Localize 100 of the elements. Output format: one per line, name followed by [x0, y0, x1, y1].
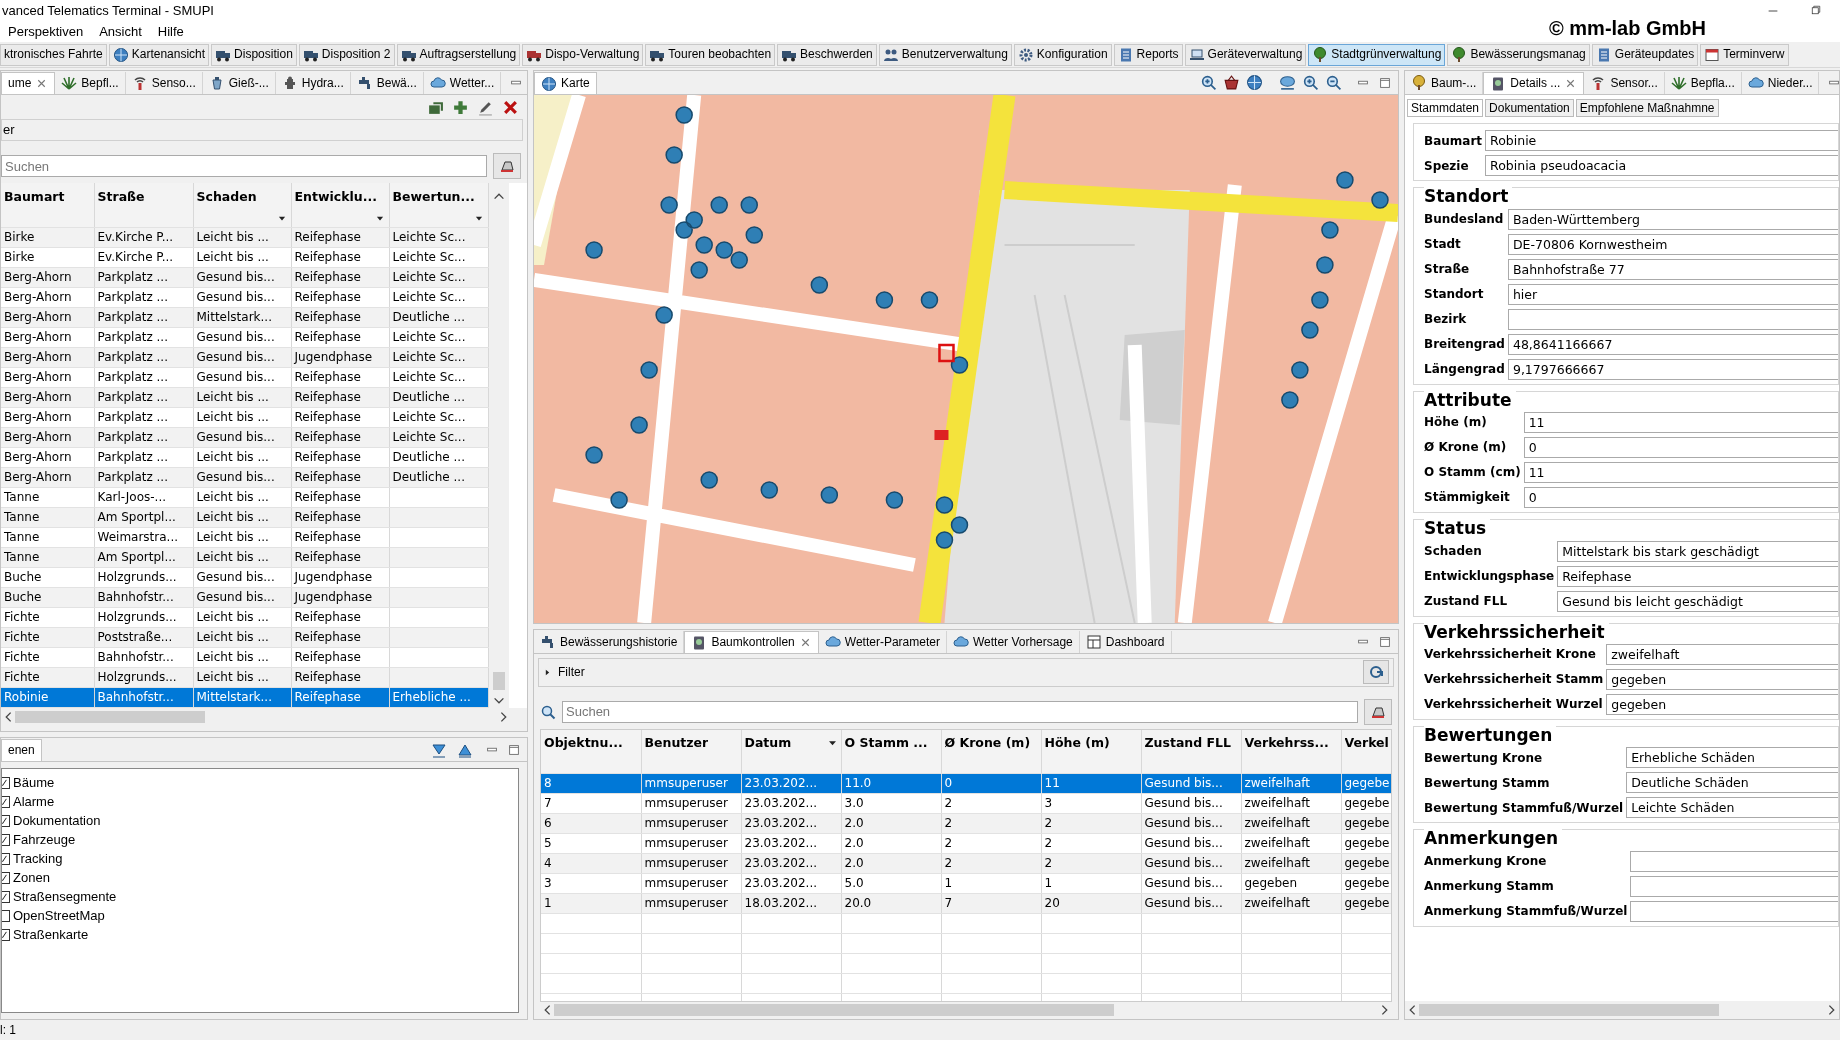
- column-header[interactable]: Verkel: [1341, 729, 1391, 756]
- input-field[interactable]: 48,8641166667: [1507, 333, 1838, 355]
- checkbox[interactable]: [2, 909, 10, 922]
- table-row[interactable]: Berg-Ahorn Parkplatz ... Leicht bis ... Reifephase Leichte Sc...: [1, 407, 488, 427]
- table-row[interactable]: Tanne Am Sportpl... Leicht bis ... Reifephase: [1, 507, 488, 527]
- checkbox[interactable]: [2, 852, 10, 865]
- perspective-button[interactable]: Terminverw: [1700, 43, 1789, 66]
- menu-item[interactable]: Hilfe: [157, 24, 184, 40]
- perspective-button[interactable]: Geräteupdates: [1591, 43, 1699, 66]
- table-row[interactable]: Buche Bahnhofstr... Gesund bis... Jugendphase: [1, 587, 488, 607]
- restore-icon[interactable]: [1810, 4, 1822, 16]
- column-header[interactable]: Ø Krone (m): [941, 729, 1041, 756]
- input-field[interactable]: Robinia pseudoacacia: [1485, 155, 1838, 177]
- perspective-button[interactable]: Disposition: [211, 43, 297, 66]
- table-row[interactable]: Berg-Ahorn Parkplatz ... Gesund bis... Reifephase Leichte Sc...: [1, 287, 488, 307]
- filter-toggle[interactable]: Filter: [543, 665, 585, 680]
- table-row[interactable]: 5 mmsuperuser 23.03.202... 2.0 2 2 Gesund bis... zweifelhaft gegebe: [541, 833, 1391, 854]
- perspective-button[interactable]: Disposition 2: [298, 43, 395, 66]
- table-row[interactable]: Berg-Ahorn Parkplatz ... Gesund bis... Reifephase Deutliche ...: [1, 467, 488, 487]
- horizontal-scrollbar[interactable]: [1405, 1001, 1839, 1019]
- table-row[interactable]: 1 mmsuperuser 18.03.202... 20.0 7 20 Gesund bis... zweifelhaft gegebe: [541, 893, 1391, 914]
- view-tab[interactable]: Karte: [534, 72, 597, 94]
- input-field[interactable]: [1630, 850, 1838, 872]
- table-row[interactable]: Robinie Bahnhofstr... Mittelstark... Reifephase Erhebliche ...: [1, 687, 488, 707]
- table-row[interactable]: Berg-Ahorn Parkplatz ... Gesund bis... Reifephase Leichte Sc...: [1, 267, 488, 287]
- input-field[interactable]: gegeben: [1606, 693, 1838, 715]
- perspective-button[interactable]: Bewässerungsmanag: [1447, 43, 1590, 66]
- input-field[interactable]: Bahnhofstraße 77: [1507, 258, 1838, 280]
- column-header[interactable]: Datum: [741, 729, 841, 756]
- input-field[interactable]: Leichte Schäden: [1626, 797, 1838, 819]
- column-header[interactable]: Baumart: [1, 183, 94, 209]
- view-tab[interactable]: Stammdaten: [1407, 99, 1484, 118]
- table-row[interactable]: Berg-Ahorn Parkplatz ... Gesund bis... Jugendphase Leichte Sc...: [1, 347, 488, 367]
- column-header[interactable]: Entwicklu...: [291, 183, 389, 209]
- input-field[interactable]: Reifephase: [1557, 565, 1838, 587]
- perspective-button[interactable]: Benutzerverwaltung: [878, 43, 1012, 66]
- input-field[interactable]: Deutliche Schäden: [1626, 772, 1838, 794]
- column-header[interactable]: Zustand FLL: [1141, 729, 1241, 756]
- input-field[interactable]: hier: [1507, 283, 1838, 305]
- table-row[interactable]: Tanne Karl-Joos-... Leicht bis ... Reifephase: [1, 487, 488, 507]
- scrollbar-thumb[interactable]: [492, 671, 505, 690]
- table-row[interactable]: Berg-Ahorn Parkplatz ... Gesund bis... Reifephase Leichte Sc...: [1, 367, 488, 387]
- table-row[interactable]: 8 mmsuperuser 23.03.202... 11.0 0 11 Gesund bis... zweifelhaft gegebe: [541, 773, 1391, 794]
- view-tab[interactable]: enen: [1, 739, 42, 761]
- checkbox[interactable]: [2, 795, 10, 808]
- collapse-icon[interactable]: [431, 742, 447, 758]
- column-header[interactable]: Verkehrss...: [1241, 729, 1341, 756]
- perspective-button[interactable]: Dispo-Verwaltung: [522, 43, 644, 66]
- view-tab[interactable]: Baumkontrollen: [684, 631, 819, 653]
- input-field[interactable]: Robinie: [1485, 130, 1838, 152]
- basket-icon[interactable]: [1223, 74, 1240, 91]
- clear-button[interactable]: [1364, 698, 1392, 725]
- table-row[interactable]: 4 mmsuperuser 23.03.202... 2.0 2 2 Gesund bis... zweifelhaft gegebe: [541, 853, 1391, 874]
- search-field[interactable]: Suchen: [1, 155, 487, 177]
- table-row[interactable]: 3 mmsuperuser 23.03.202... 5.0 1 1 Gesund bis... gegeben gegebe: [541, 873, 1391, 894]
- checkbox[interactable]: [2, 890, 10, 903]
- column-header[interactable]: Straße: [94, 183, 193, 209]
- input-field[interactable]: 9,1797666667: [1507, 358, 1838, 380]
- input-field[interactable]: Gesund bis leicht geschädigt: [1557, 590, 1838, 612]
- input-field[interactable]: 0: [1523, 437, 1838, 459]
- perspective-button[interactable]: Stadtgrünverwaltung: [1308, 43, 1446, 66]
- scrollbar-thumb[interactable]: [554, 1004, 1114, 1017]
- delete-icon[interactable]: [502, 98, 519, 116]
- column-header[interactable]: O Stamm ...: [841, 729, 941, 756]
- table-row[interactable]: Tanne Am Sportpl... Leicht bis ... Reifephase: [1, 547, 488, 567]
- perspective-button[interactable]: Kartenansicht: [108, 43, 210, 66]
- view-tab[interactable]: Dokumentation: [1485, 99, 1574, 118]
- perspective-button[interactable]: Auftragserstellung: [396, 43, 521, 66]
- table-row[interactable]: Birke Ev.Kirche P... Leicht bis ... Reifephase Leichte Sc...: [1, 227, 488, 247]
- input-field[interactable]: [1630, 900, 1838, 922]
- zoom-out-icon[interactable]: [1325, 74, 1342, 91]
- input-field[interactable]: Erhebliche Schäden: [1626, 747, 1838, 769]
- table-row[interactable]: Buche Holzgrunds... Gesund bis... Jugendphase: [1, 567, 488, 587]
- menu-item[interactable]: Perspektiven: [8, 24, 84, 40]
- perspective-button[interactable]: ktronisches Fahrte: [0, 43, 107, 66]
- maximize-icon[interactable]: [1378, 634, 1392, 649]
- table-row[interactable]: Fichte Poststraße... Leicht bis ... Reifephase: [1, 627, 488, 647]
- refresh-button[interactable]: [1363, 660, 1389, 685]
- table-row[interactable]: Berg-Ahorn Parkplatz ... Gesund bis... Reifephase Leichte Sc...: [1, 327, 488, 347]
- table-row[interactable]: Birke Ev.Kirche P... Leicht bis ... Reifephase Leichte Sc...: [1, 247, 488, 267]
- table-row[interactable]: 7 mmsuperuser 23.03.202... 3.0 2 3 Gesund bis... zweifelhaft gegebe: [541, 793, 1391, 814]
- input-field[interactable]: DE-70806 Kornwestheim: [1507, 233, 1838, 255]
- column-header[interactable]: Schaden: [193, 183, 291, 209]
- layer-search-icon[interactable]: [1200, 74, 1217, 91]
- perspective-button[interactable]: Beschwerden: [777, 43, 877, 66]
- globe-icon[interactable]: [1246, 74, 1263, 91]
- maximize-icon[interactable]: [1378, 75, 1392, 90]
- view-tab[interactable]: Empfohlene Maßnahmne: [1575, 99, 1719, 118]
- input-field[interactable]: zweifelhaft: [1606, 643, 1838, 665]
- input-field[interactable]: 11: [1523, 412, 1838, 434]
- view-tab[interactable]: ume: [1, 72, 56, 94]
- perspective-button[interactable]: Touren beobachten: [645, 43, 776, 66]
- checkbox[interactable]: [2, 776, 10, 789]
- column-header[interactable]: Höhe (m): [1041, 729, 1141, 756]
- scrollbar-thumb[interactable]: [15, 710, 205, 723]
- zoom-in-icon[interactable]: [1302, 74, 1319, 91]
- input-field[interactable]: Baden-Württemberg: [1507, 208, 1838, 230]
- scrollbar-thumb[interactable]: [1419, 1004, 1719, 1016]
- table-row[interactable]: 6 mmsuperuser 23.03.202... 2.0 2 2 Gesund bis... zweifelhaft gegebe: [541, 813, 1391, 834]
- table-row[interactable]: Berg-Ahorn Parkplatz ... Leicht bis ... Reifephase Deutliche ...: [1, 447, 488, 467]
